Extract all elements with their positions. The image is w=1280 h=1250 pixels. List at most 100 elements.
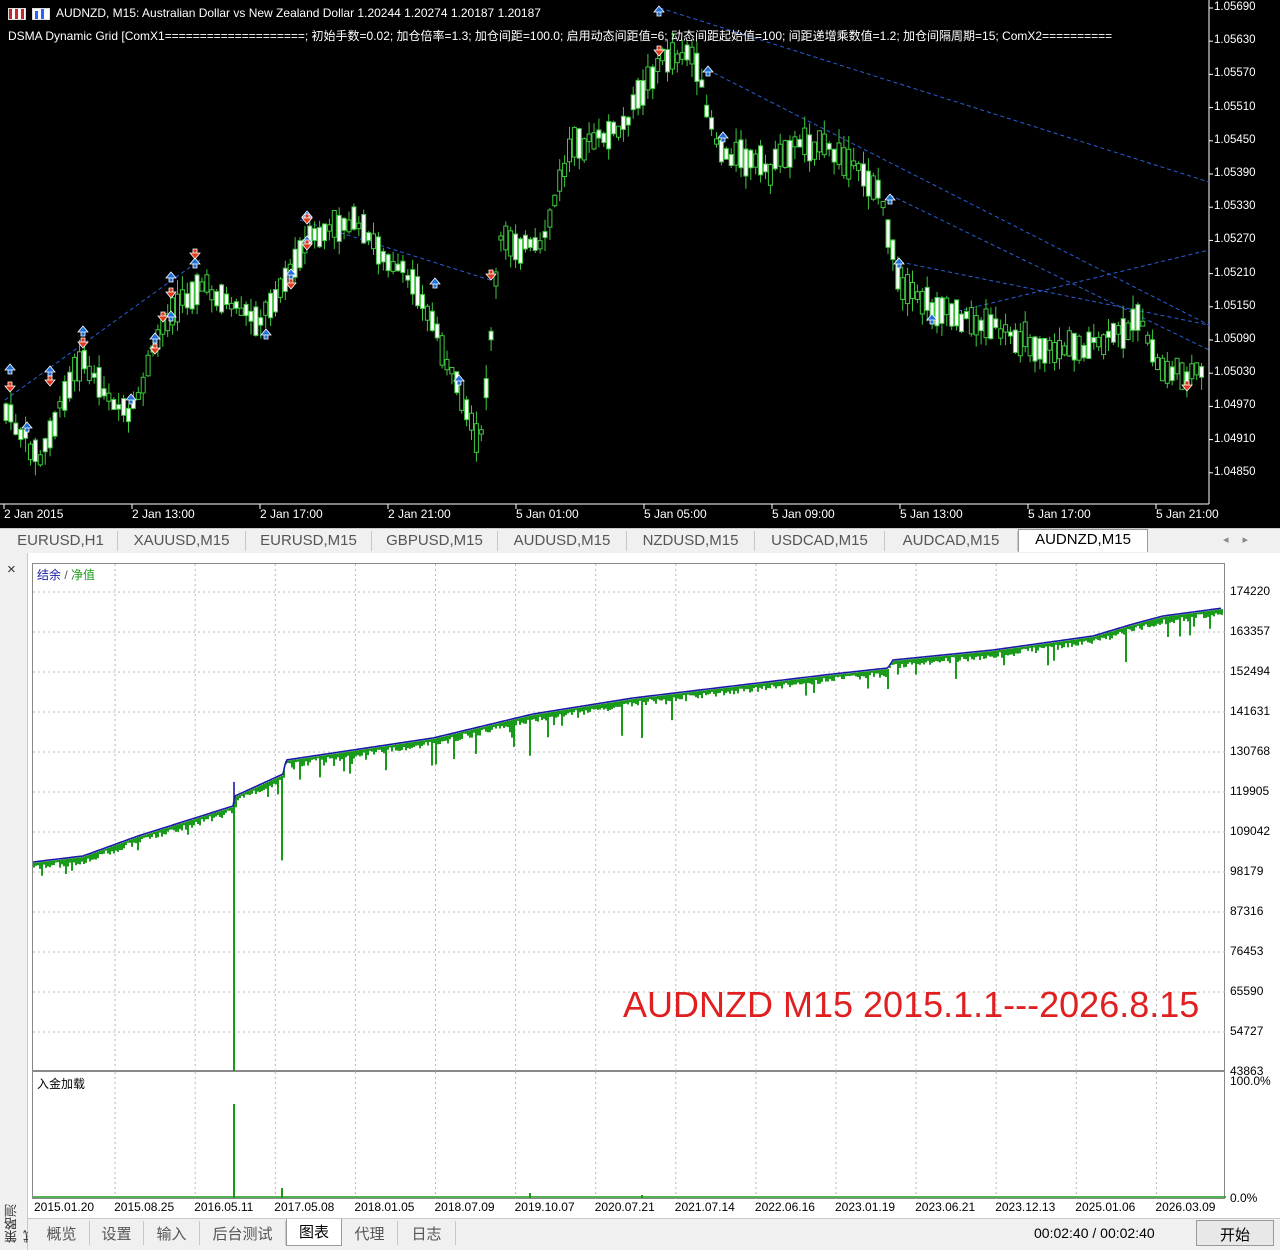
equity-tick-label: 141631 xyxy=(1230,704,1271,718)
candle-body xyxy=(449,366,455,375)
candle-body xyxy=(797,138,803,148)
candle-body xyxy=(1008,331,1013,337)
tester-tab[interactable]: 图表 xyxy=(286,1219,342,1246)
candle-body xyxy=(1101,334,1107,356)
candle-body xyxy=(562,162,568,178)
candle-body xyxy=(268,292,274,319)
candle-body xyxy=(1159,357,1165,382)
tester-tab[interactable]: 输入 xyxy=(144,1221,200,1245)
candle-body xyxy=(777,143,783,167)
equity-tick-label: 163357 xyxy=(1230,624,1271,638)
candle-body xyxy=(233,301,239,309)
candle-body xyxy=(424,305,430,321)
candle-body xyxy=(380,250,386,263)
symbol-tab[interactable]: EURUSD,H1 xyxy=(4,531,118,551)
candle-body xyxy=(1047,339,1053,351)
equity-tick-label: 54727 xyxy=(1230,1024,1264,1038)
candle-body xyxy=(1032,336,1038,362)
time-tick-label: 2 Jan 13:00 xyxy=(132,507,195,521)
candle-body xyxy=(601,132,607,144)
symbol-tab[interactable]: GBPUSD,M15 xyxy=(372,531,498,551)
candle-body xyxy=(1037,338,1043,360)
candle-body xyxy=(13,422,19,436)
candle-body xyxy=(1076,335,1082,361)
candle-body xyxy=(1086,331,1092,360)
equity-tick-label: 174220 xyxy=(1230,584,1271,598)
strategy-tester-panel: × 策略测试 结余 / 净值 AUDNZD M15 2015.1.1---202… xyxy=(0,553,1280,1250)
symbol-tab[interactable]: USDCAD,M15 xyxy=(755,531,885,551)
candle-body xyxy=(591,132,597,150)
candle-body xyxy=(439,335,445,366)
time-tick-label: 5 Jan 09:00 xyxy=(772,507,835,521)
deposit-axis-max: 100.0% xyxy=(1230,1074,1271,1088)
candle-body xyxy=(665,49,670,73)
tester-tab[interactable]: 代理 xyxy=(342,1221,398,1245)
price-chart-canvas[interactable] xyxy=(0,0,1280,528)
candle-body xyxy=(674,53,680,64)
candle-body xyxy=(498,235,504,241)
candle-body xyxy=(1066,330,1072,357)
candle-body xyxy=(243,303,249,317)
symbol-tab-bar: EURUSD,H1 XAUUSD,M15 EURUSD,M15 GBPUSD,M15 A… xyxy=(0,528,1280,552)
chart-menu-icon[interactable] xyxy=(8,7,26,20)
tab-scroll-arrows-icon[interactable]: ◂▸ xyxy=(1223,533,1262,546)
candle-body xyxy=(748,149,754,169)
candle-body xyxy=(753,153,759,168)
candle-body xyxy=(1169,366,1175,382)
tester-tab[interactable]: 设置 xyxy=(90,1221,144,1245)
candle-body xyxy=(792,136,798,148)
candle-body xyxy=(998,328,1004,339)
candle-body xyxy=(968,307,974,335)
candle-body xyxy=(630,94,636,111)
legend-balance: 结余 xyxy=(37,568,62,582)
price-tick-label: 1.05150 xyxy=(1214,299,1256,312)
price-tick-label: 1.05330 xyxy=(1214,200,1256,213)
buy-arrow-icon xyxy=(653,5,665,17)
date-tick-label: 2017.05.08 xyxy=(274,1200,335,1214)
symbol-tab[interactable]: EURUSD,M15 xyxy=(246,531,372,551)
candle-body xyxy=(684,44,690,61)
candle-body xyxy=(263,301,269,316)
symbol-tab[interactable]: AUDNZD,M15 xyxy=(1018,529,1148,552)
candle-body xyxy=(405,274,411,281)
tester-tab[interactable]: 概览 xyxy=(34,1221,90,1245)
candle-body xyxy=(552,194,558,207)
candle-body xyxy=(32,439,38,463)
candle-body xyxy=(248,310,254,322)
price-chart[interactable]: AUDNZD, M15: Australian Dollar vs New Ze… xyxy=(0,0,1280,528)
candle-body xyxy=(547,209,553,228)
close-icon[interactable]: × xyxy=(7,561,16,578)
time-tick-label: 5 Jan 01:00 xyxy=(516,507,579,521)
tester-tab[interactable]: 后台测试 xyxy=(200,1221,286,1245)
candle-body xyxy=(1003,324,1009,333)
symbol-tab[interactable]: AUDUSD,M15 xyxy=(498,531,627,551)
indicator-label: DSMA Dynamic Grid [ComX1================… xyxy=(8,29,1113,43)
candle-body xyxy=(944,297,950,316)
symbol-tab[interactable]: XAUUSD,M15 xyxy=(118,531,246,551)
bar-chart-icon[interactable] xyxy=(32,7,50,20)
candle-body xyxy=(1199,365,1205,378)
candle-body xyxy=(326,224,332,232)
candle-body xyxy=(390,261,396,272)
candle-body xyxy=(606,120,612,150)
symbol-tab[interactable]: NZDUSD,M15 xyxy=(627,531,755,551)
candle-body xyxy=(1096,336,1102,348)
candle-body xyxy=(645,66,651,91)
price-tick-label: 1.05030 xyxy=(1214,366,1256,379)
candle-body xyxy=(625,116,631,126)
candle-body xyxy=(1140,320,1146,327)
deposit-load-label: 入金加载 xyxy=(37,1077,86,1091)
candle-body xyxy=(567,138,572,163)
candle-body xyxy=(1130,308,1136,331)
tester-tab[interactable]: 日志 xyxy=(398,1221,456,1245)
candle-body xyxy=(772,148,778,170)
candle-body xyxy=(273,289,278,313)
candle-body xyxy=(184,293,190,309)
candle-body xyxy=(1106,330,1111,338)
candle-body xyxy=(709,117,715,130)
candle-body xyxy=(72,356,78,382)
price-tick-label: 1.05630 xyxy=(1214,34,1256,47)
symbol-tab[interactable]: AUDCAD,M15 xyxy=(885,531,1018,551)
start-button[interactable]: 开始 xyxy=(1196,1220,1274,1246)
price-tick-label: 1.04910 xyxy=(1214,432,1256,445)
